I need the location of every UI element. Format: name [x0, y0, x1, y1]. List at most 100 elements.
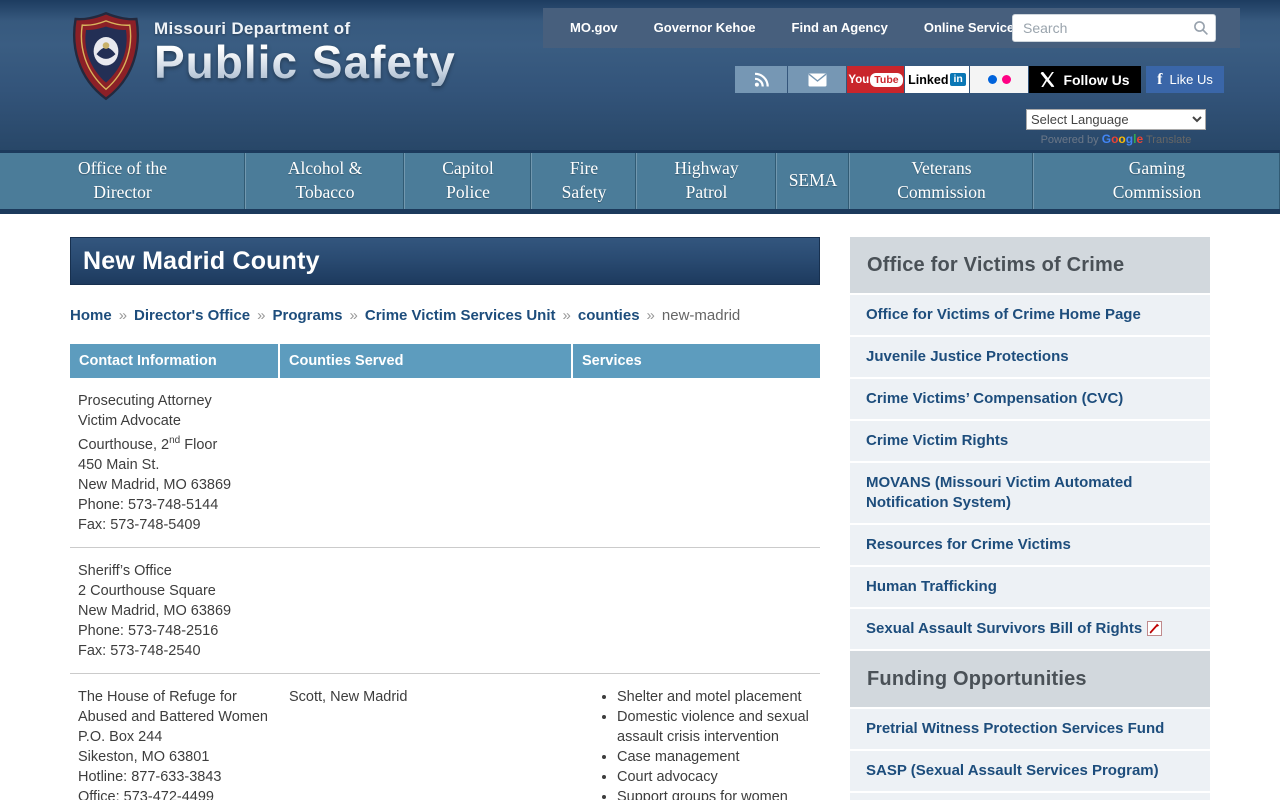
youtube-tube-badge: Tube: [870, 73, 902, 87]
main-nav-item-label: FireSafety: [562, 157, 607, 204]
contact-line: Office: 573-472-4499: [78, 787, 280, 800]
cell-services: Shelter and motel placementDomestic viol…: [573, 687, 820, 800]
search-input[interactable]: [1012, 14, 1216, 42]
site-header: Missouri Department of Public Safety MO.…: [0, 0, 1280, 150]
youtube-button[interactable]: YouTube: [847, 66, 904, 93]
main-column: New Madrid County Home » Director's Office…: [70, 237, 820, 800]
main-nav-item-fire-safety[interactable]: FireSafety: [531, 153, 636, 209]
sidebar-section-header-funding-opportunities: Funding Opportunities: [850, 651, 1210, 707]
service-item: Court advocacy: [617, 767, 820, 787]
top-nav-link-mo-gov[interactable]: MO.gov: [570, 20, 618, 35]
sidebar-link-human-trafficking[interactable]: Human Trafficking: [850, 567, 1210, 607]
rss-icon: [753, 72, 770, 88]
main-nav-item-office-of-the-director[interactable]: Office of theDirector: [0, 153, 245, 209]
content-area: New Madrid County Home » Director's Office…: [0, 214, 1280, 800]
like-us-label: Like Us: [1169, 72, 1212, 87]
x-follow-us-button[interactable]: Follow Us: [1029, 66, 1141, 93]
cell-contact-information: Prosecuting AttorneyVictim AdvocateCourt…: [70, 391, 280, 535]
page-title: New Madrid County: [83, 247, 320, 276]
contact-line: Hotline: 877-633-3843: [78, 767, 280, 787]
sidebar-link-label: Sexual Assault Survivors Bill of Rights: [866, 620, 1142, 637]
contact-line: 2 Courthouse Square: [78, 581, 280, 601]
top-nav-link-online-services[interactable]: Online Services: [924, 20, 1022, 35]
main-nav-item-label: HighwayPatrol: [674, 157, 738, 204]
sidebar-item-partial[interactable]: [850, 793, 1210, 800]
service-item: Domestic violence and sexual assault cri…: [617, 707, 820, 747]
breadcrumb-link-counties[interactable]: counties: [578, 307, 640, 324]
breadcrumb-separator: »: [350, 307, 358, 324]
column-header-contact: Contact Information: [70, 344, 280, 378]
sidebar: Office for Victims of CrimeOffice for Vi…: [850, 237, 1210, 800]
contact-line: Prosecuting Attorney: [78, 391, 280, 411]
column-header-services: Services: [573, 344, 820, 378]
sidebar-link-label: Office for Victims of Crime Home Page: [866, 306, 1141, 323]
breadcrumb-link-home[interactable]: Home: [70, 307, 112, 324]
page-title-banner: New Madrid County: [70, 237, 820, 285]
email-button[interactable]: [788, 66, 846, 93]
language-select[interactable]: Select Language: [1026, 109, 1206, 130]
contact-line: Phone: 573-748-5144: [78, 495, 280, 515]
sidebar-link-crime-victims-compensation-cvc-[interactable]: Crime Victims’ Compensation (CVC): [850, 379, 1210, 419]
sidebar-link-juvenile-justice-protections[interactable]: Juvenile Justice Protections: [850, 337, 1210, 377]
top-nav-link-governor-kehoe[interactable]: Governor Kehoe: [654, 20, 756, 35]
main-nav-item-veterans-commission[interactable]: VeteransCommission: [849, 153, 1033, 209]
breadcrumb: Home » Director's Office » Programs » Crime Vi…: [70, 307, 820, 324]
service-item: Shelter and motel placement: [617, 687, 820, 707]
breadcrumb-separator: »: [563, 307, 571, 324]
linkedin-button[interactable]: Linkedin: [905, 66, 969, 93]
google-logo-text: Google: [1102, 132, 1143, 146]
main-nav-item-label: Alcohol &Tobacco: [288, 157, 362, 204]
main-nav-item-highway-patrol[interactable]: HighwayPatrol: [636, 153, 776, 209]
sidebar-link-office-for-victims-of-crime-home-page[interactable]: Office for Victims of Crime Home Page: [850, 295, 1210, 335]
main-nav-item-alcohol-tobacco[interactable]: Alcohol &Tobacco: [245, 153, 404, 209]
breadcrumb-link-programs[interactable]: Programs: [272, 307, 342, 324]
cell-contact-information: Sheriff’s Office2 Courthouse SquareNew M…: [70, 561, 280, 661]
breadcrumb-separator: »: [257, 307, 265, 324]
main-nav-item-gaming-commission[interactable]: GamingCommission: [1033, 153, 1280, 209]
column-header-counties: Counties Served: [280, 344, 573, 378]
sidebar-link-label: MOVANS (Missouri Victim Automated Notifi…: [866, 474, 1132, 511]
table-header-row: Contact Information Counties Served Serv…: [70, 344, 820, 378]
sidebar-link-label: Crime Victim Rights: [866, 432, 1008, 449]
breadcrumb-link-crime-victim-services-unit[interactable]: Crime Victim Services Unit: [365, 307, 556, 324]
language-selector-wrap: Select Language Powered by Google Transl…: [1026, 109, 1206, 146]
sidebar-link-movans-missouri-victim-automated-notific[interactable]: MOVANS (Missouri Victim Automated Notifi…: [850, 463, 1210, 523]
cell-counties-served: [280, 391, 573, 535]
cell-counties-served: [280, 561, 573, 661]
facebook-f-icon: f: [1157, 71, 1162, 89]
translate-text: Translate: [1146, 134, 1191, 146]
sidebar-link-sasp-sexual-assault-services-program-[interactable]: SASP (Sexual Assault Services Program): [850, 751, 1210, 791]
rss-button[interactable]: [735, 66, 787, 93]
cell-services: [573, 561, 820, 661]
contact-line: The House of Refuge for Abused and Batte…: [78, 687, 280, 727]
contact-line: New Madrid, MO 63869: [78, 601, 280, 621]
sidebar-link-sexual-assault-survivors-bill-of-rights[interactable]: Sexual Assault Survivors Bill of Rights: [850, 609, 1210, 649]
sidebar-link-label: Juvenile Justice Protections: [866, 348, 1069, 365]
contact-line: Courthouse, 2nd Floor: [78, 431, 280, 455]
main-nav-item-capitol-police[interactable]: CapitolPolice: [404, 153, 531, 209]
breadcrumb-separator: »: [647, 307, 655, 324]
cell-contact-information: The House of Refuge for Abused and Batte…: [70, 687, 280, 800]
contact-line: Fax: 573-748-2540: [78, 641, 280, 661]
sidebar-link-label: Resources for Crime Victims: [866, 536, 1071, 553]
dps-badge-logo-icon: [68, 11, 144, 106]
sidebar-link-label: Crime Victims’ Compensation (CVC): [866, 390, 1123, 407]
facebook-like-us-button[interactable]: f Like Us: [1146, 66, 1224, 93]
flickr-button[interactable]: [970, 66, 1028, 93]
google-translate-attribution: Powered by Google Translate: [1026, 132, 1206, 146]
email-icon: [808, 73, 827, 87]
contact-line: New Madrid, MO 63869: [78, 475, 280, 495]
table-row: Sheriff’s Office2 Courthouse SquareNew M…: [70, 548, 820, 674]
social-media-bar: YouTubeLinkedin Follow Us f Like Us: [734, 66, 1224, 93]
cell-services: [573, 391, 820, 535]
sidebar-link-crime-victim-rights[interactable]: Crime Victim Rights: [850, 421, 1210, 461]
sidebar-link-pretrial-witness-protection-services-fun[interactable]: Pretrial Witness Protection Services Fun…: [850, 709, 1210, 749]
top-nav-link-find-an-agency[interactable]: Find an Agency: [792, 20, 888, 35]
search-icon[interactable]: [1193, 20, 1209, 41]
top-utility-bar: MO.gov Governor Kehoe Find an Agency Online…: [543, 8, 1240, 48]
main-nav-item-sema[interactable]: SEMA: [776, 153, 849, 209]
service-item: Case management: [617, 747, 820, 767]
contact-line: Phone: 573-748-2516: [78, 621, 280, 641]
sidebar-link-resources-for-crime-victims[interactable]: Resources for Crime Victims: [850, 525, 1210, 565]
breadcrumb-link-director-s-office[interactable]: Director's Office: [134, 307, 250, 324]
